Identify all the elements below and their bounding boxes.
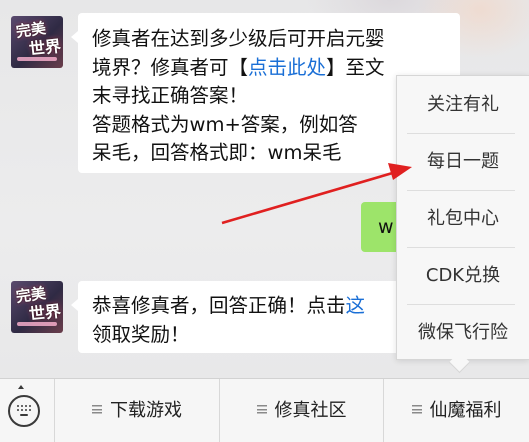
menu-item-flight-insurance[interactable]: 微保飞行险: [397, 304, 529, 361]
message-text: 恭喜修真者，回答正确！点击: [92, 294, 346, 317]
avatar-logo-text: 世界: [28, 301, 62, 324]
tab-benefits[interactable]: 仙魔福利: [384, 379, 529, 442]
click-here-link[interactable]: 点击此处: [248, 56, 326, 79]
popup-menu: 关注有礼 每日一题 礼包中心 CDK兑换 微保飞行险: [396, 75, 529, 360]
menu-lines-icon: [411, 404, 422, 414]
avatar-logo-swoosh: [17, 57, 57, 61]
menu-lines-icon: [256, 404, 267, 414]
menu-item-daily-question[interactable]: 每日一题: [397, 133, 529, 190]
tab-community[interactable]: 修真社区: [220, 379, 384, 442]
menu-lines-icon: [92, 404, 102, 414]
user-reply-text: w: [378, 216, 394, 238]
keyboard-icon: [8, 395, 40, 427]
tab-label: 修真社区: [274, 400, 347, 421]
menu-item-cdk-redeem[interactable]: CDK兑换: [397, 247, 529, 304]
avatar-logo-text: 世界: [28, 36, 62, 59]
message-line: 修真者在达到多少级后可开启元婴: [92, 27, 385, 50]
chevron-up-icon: [18, 385, 24, 389]
message-text: 境界？修真者可【: [92, 55, 249, 79]
menu-item-follow-gift[interactable]: 关注有礼: [397, 76, 529, 133]
message-text: 】至文: [326, 55, 385, 79]
avatar-logo-swoosh: [17, 322, 57, 326]
tab-label: 下载游戏: [110, 400, 182, 421]
tab-label: 仙魔福利: [429, 400, 502, 421]
official-account-avatar[interactable]: 完美 世界: [11, 16, 63, 68]
reward-link[interactable]: 这: [346, 294, 366, 317]
response-message-bubble: 恭喜修真者，回答正确！点击这 领取奖励！: [71, 281, 448, 353]
message-line: 恭喜修真者，回答正确！点击这: [92, 292, 438, 321]
keyboard-toggle-button[interactable]: [0, 379, 55, 442]
tab-download-game[interactable]: 下载游戏: [55, 379, 220, 442]
bottom-menu-bar: 下载游戏 修真社区 仙魔福利: [0, 378, 529, 442]
message-line: 领取奖励！: [92, 322, 190, 346]
official-account-avatar[interactable]: 完美 世界: [11, 281, 63, 333]
menu-item-gift-center[interactable]: 礼包中心: [397, 190, 529, 247]
